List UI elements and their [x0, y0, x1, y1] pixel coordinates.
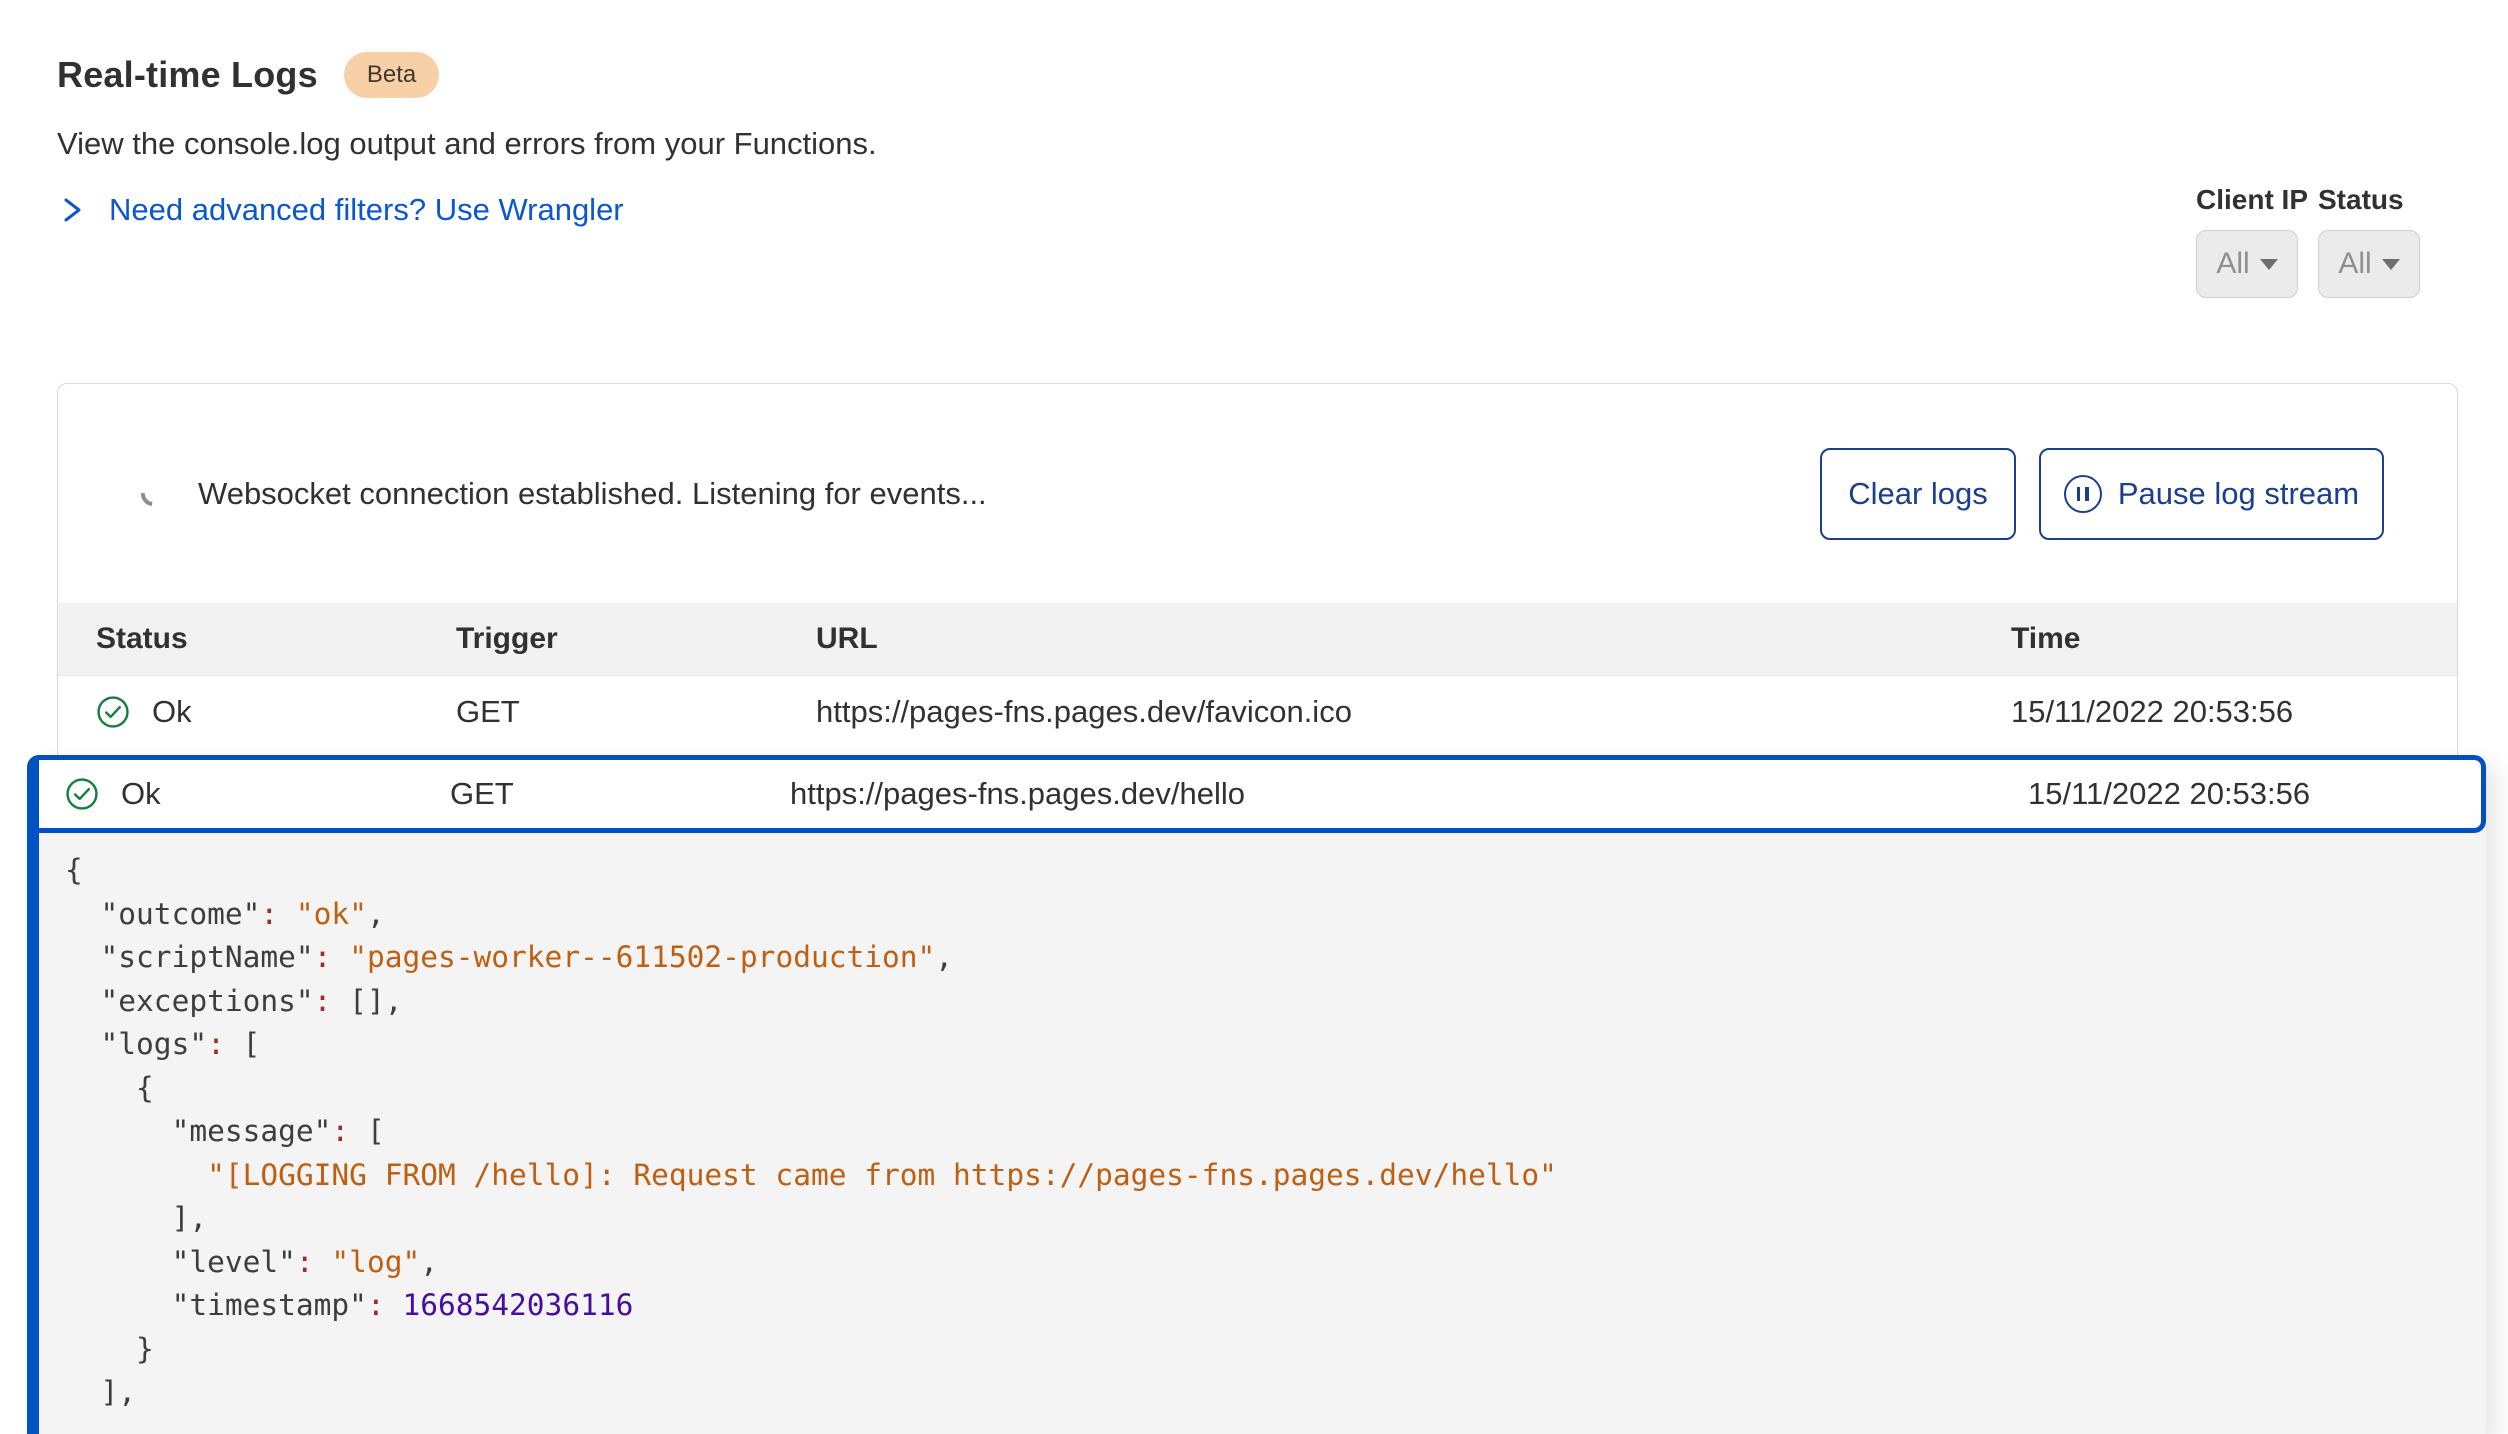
json-viewer: { "outcome": "ok", "scriptName": "pages-… [39, 833, 2486, 1434]
wrangler-link-row[interactable]: Need advanced filters? Use Wrangler [57, 192, 624, 228]
client-ip-value: All [2216, 247, 2249, 281]
logs-card: Websocket connection established. Listen… [57, 383, 2458, 758]
toolbar-buttons: Clear logs Pause log stream [1820, 448, 2384, 540]
caret-down-icon [2382, 259, 2400, 270]
header-time: Time [2011, 622, 2080, 656]
caret-down-icon [2260, 259, 2278, 270]
client-ip-dropdown[interactable]: All [2196, 230, 2298, 298]
success-check-icon [65, 777, 99, 811]
table-row[interactable]: Ok GET https://pages-fns.pages.dev/favic… [58, 675, 2457, 748]
row-status-label: Ok [152, 694, 192, 730]
row-status: Ok [65, 776, 161, 812]
header-trigger: Trigger [456, 622, 558, 656]
page-subtitle: View the console.log output and errors f… [57, 126, 877, 162]
pause-log-stream-button[interactable]: Pause log stream [2039, 448, 2384, 540]
success-check-icon [96, 695, 130, 729]
client-ip-label: Client IP [2196, 184, 2308, 216]
client-ip-filter: Client IP All [2196, 184, 2308, 298]
row-url: https://pages-fns.pages.dev/hello [790, 776, 1245, 812]
status-filter-value: All [2338, 247, 2371, 281]
row-trigger: GET [450, 776, 514, 812]
table-header-row: Status Trigger URL Time [58, 603, 2457, 675]
spinner-icon [136, 477, 170, 511]
status-filter: Status All [2318, 184, 2420, 298]
row-url: https://pages-fns.pages.dev/favicon.ico [816, 694, 1352, 730]
row-time: 15/11/2022 20:53:56 [2028, 776, 2310, 812]
row-status: Ok [96, 694, 192, 730]
pause-log-stream-label: Pause log stream [2118, 476, 2359, 512]
row-trigger: GET [456, 694, 520, 730]
logs-toolbar: Websocket connection established. Listen… [58, 384, 2457, 603]
header-status: Status [96, 622, 188, 656]
page-title: Real-time Logs [57, 54, 318, 96]
websocket-status-message: Websocket connection established. Listen… [198, 476, 987, 512]
status-dropdown[interactable]: All [2318, 230, 2420, 298]
expanded-log-entry: Ok GET https://pages-fns.pages.dev/hello… [27, 755, 2486, 1434]
status-filter-label: Status [2318, 184, 2420, 216]
table-row-selected[interactable]: Ok GET https://pages-fns.pages.dev/hello… [39, 755, 2486, 833]
header-url: URL [816, 622, 878, 656]
wrangler-link[interactable]: Need advanced filters? Use Wrangler [109, 192, 624, 228]
page-header: Real-time Logs Beta [57, 52, 439, 98]
clear-logs-button[interactable]: Clear logs [1820, 448, 2016, 540]
beta-badge: Beta [344, 52, 439, 98]
chevron-right-icon [57, 193, 87, 227]
row-time: 15/11/2022 20:53:56 [2011, 694, 2293, 730]
row-status-label: Ok [121, 776, 161, 812]
pause-icon [2064, 475, 2102, 513]
